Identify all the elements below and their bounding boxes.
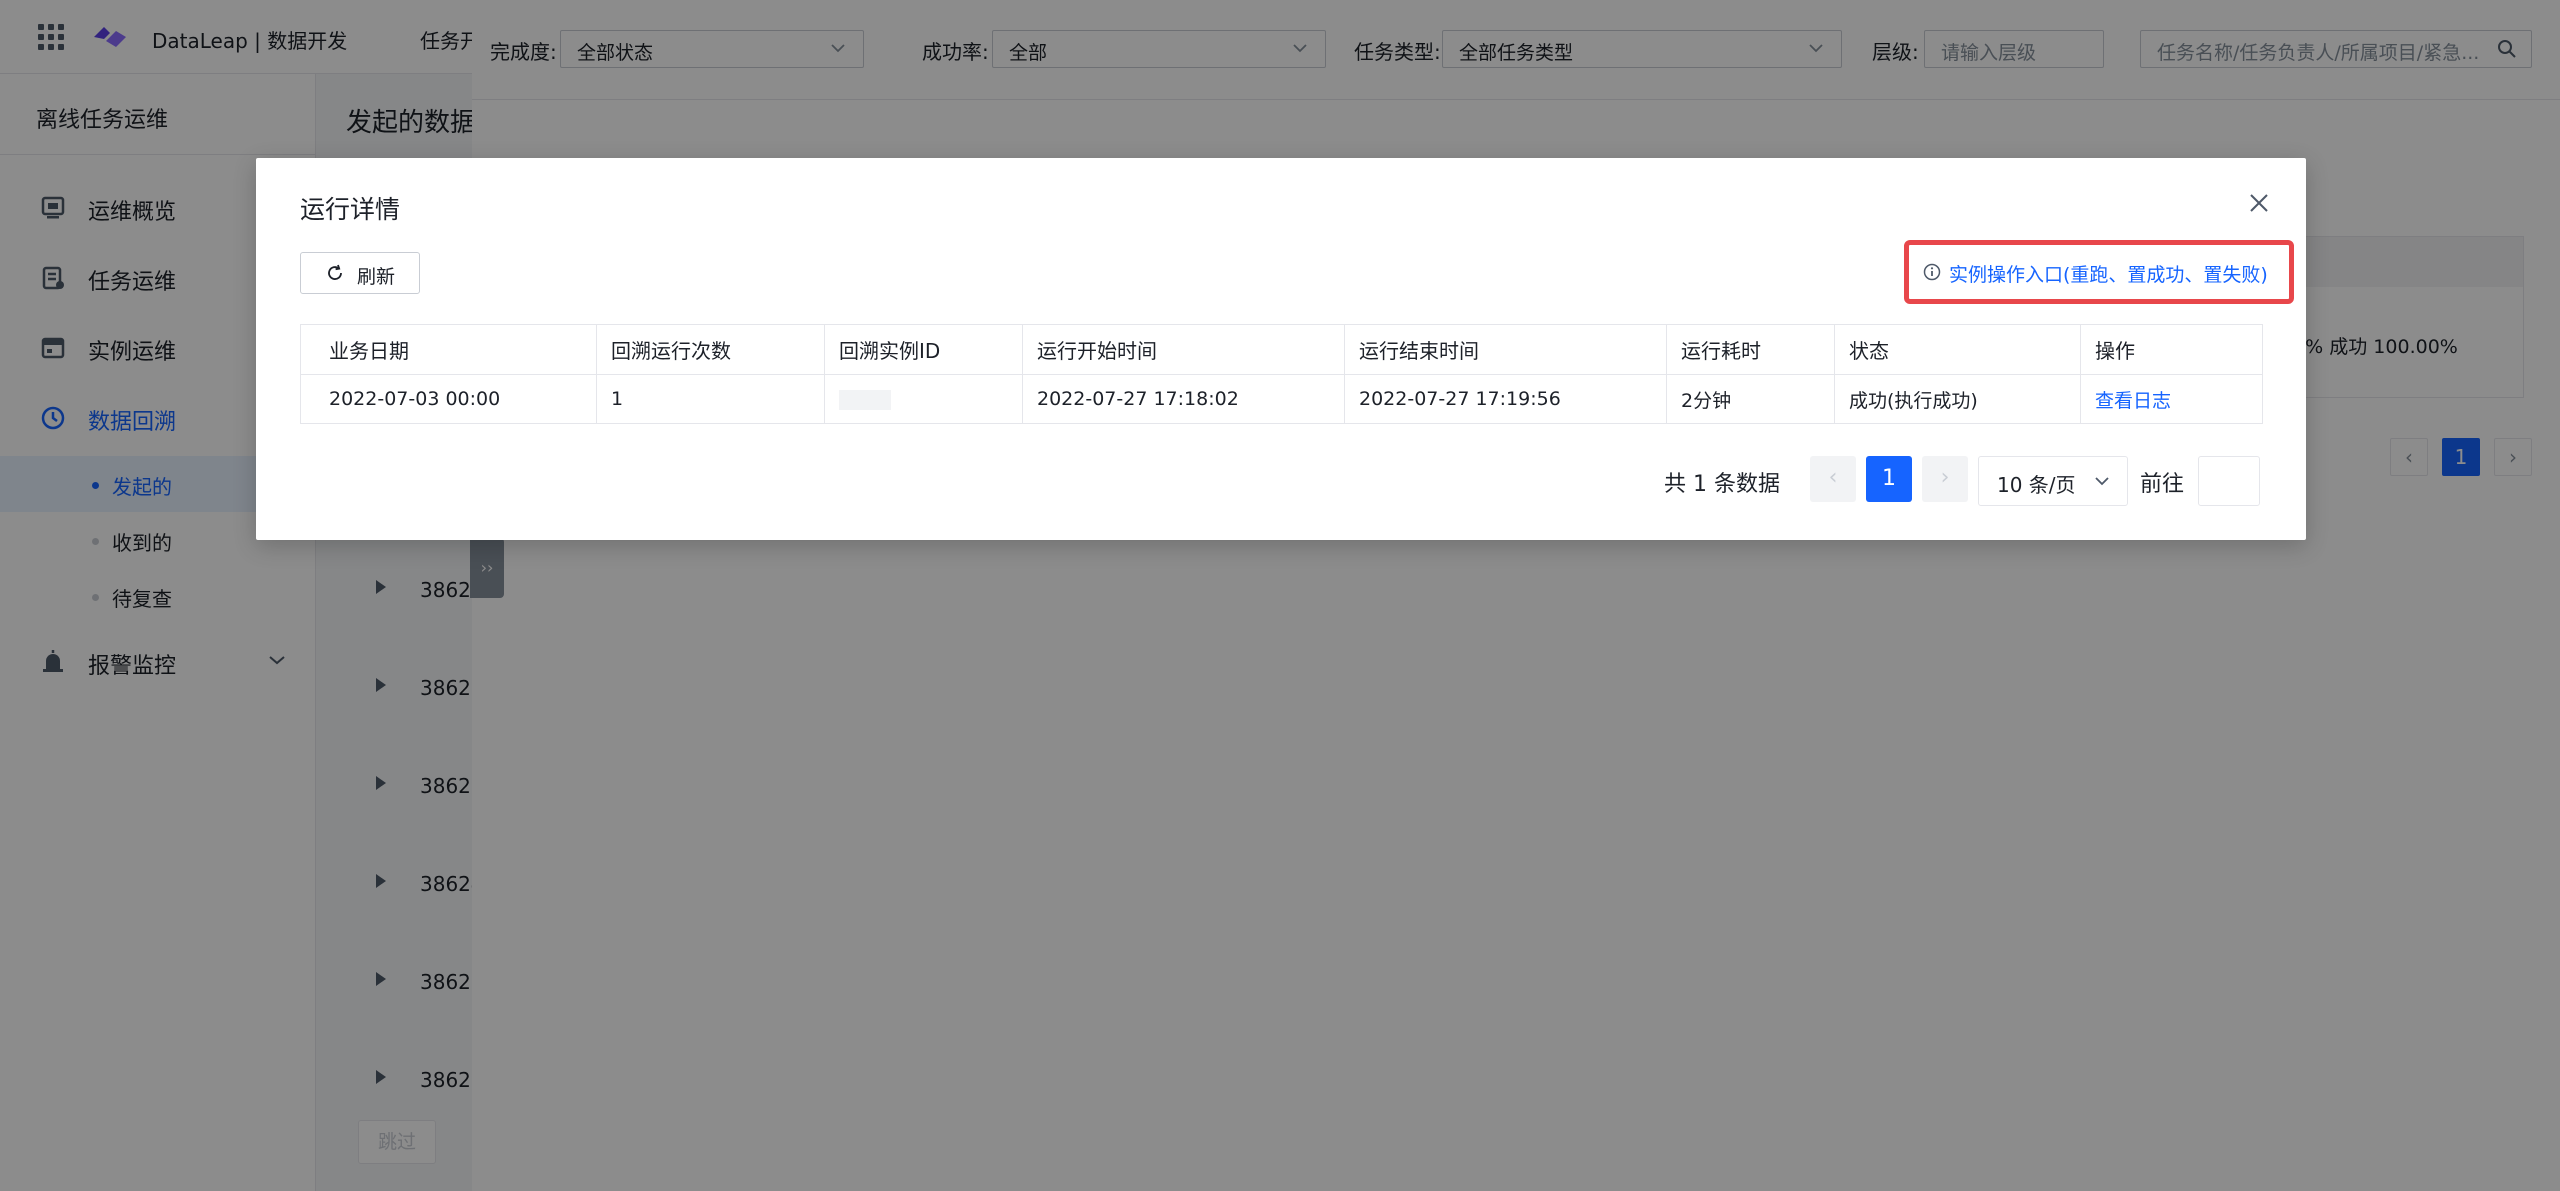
modal-title: 运行详情	[300, 195, 401, 224]
instance-operation-entry: 实例操作入口(重跑、置成功、置失败)	[1904, 240, 2294, 304]
duration-cell: 2分钟	[1666, 374, 1835, 424]
refresh-button[interactable]: 刷新	[300, 252, 420, 294]
column-header: 操作	[2080, 324, 2263, 375]
column-header: 运行耗时	[1666, 324, 1835, 375]
chevron-down-icon	[2095, 477, 2109, 486]
instance-operation-link[interactable]: 实例操作入口(重跑、置成功、置失败)	[1949, 260, 2268, 287]
column-header: 运行结束时间	[1344, 324, 1667, 375]
view-log-link[interactable]: 查看日志	[2095, 390, 2171, 412]
current-page-button[interactable]: 1	[1866, 456, 1912, 502]
end-time-cell: 2022-07-27 17:19:56	[1344, 374, 1667, 424]
page-size-value: 10 条/页	[1997, 473, 2076, 497]
column-header: 业务日期	[300, 324, 597, 375]
action-cell: 查看日志	[2080, 374, 2263, 424]
redacted-instance-id	[839, 389, 891, 410]
info-icon	[1923, 263, 1941, 281]
biz-date-cell: 2022-07-03 00:00	[329, 388, 501, 410]
goto-page-input[interactable]	[2198, 456, 2260, 506]
column-header: 运行开始时间	[1022, 324, 1345, 375]
column-header: 状态	[1834, 324, 2081, 375]
refresh-label: 刷新	[357, 266, 396, 288]
run-count-cell: 1	[596, 374, 825, 424]
column-header: 回溯实例ID	[824, 324, 1023, 375]
start-time-cell: 2022-07-27 17:18:02	[1022, 374, 1345, 424]
column-header: 回溯运行次数	[596, 324, 825, 375]
table-header-row: 业务日期 回溯运行次数 回溯实例ID 运行开始时间 运行结束时间 运行耗时 状态…	[300, 324, 2263, 375]
table-row: 2022-07-03 00:00 1 2022-07-27 17:18:02 2…	[301, 374, 2263, 424]
prev-page-button[interactable]: ‹	[1810, 456, 1856, 502]
status-cell: 成功(执行成功)	[1834, 374, 2081, 424]
goto-label: 前往	[2140, 472, 2185, 497]
page-size-select[interactable]: 10 条/页	[1978, 456, 2128, 506]
run-details-modal: 运行详情 刷新 实例操作入口(重跑、置成功、置失败) 业务日期 回溯运行次数 回…	[256, 158, 2306, 540]
total-count-text: 共 1 条数据	[1664, 472, 1780, 497]
run-details-table: 业务日期 回溯运行次数 回溯实例ID 运行开始时间 运行结束时间 运行耗时 状态…	[300, 324, 2263, 424]
refresh-icon	[328, 264, 342, 280]
instance-id-cell	[824, 374, 1023, 424]
next-page-button[interactable]: ›	[1922, 456, 1968, 502]
close-icon[interactable]	[2244, 188, 2274, 218]
